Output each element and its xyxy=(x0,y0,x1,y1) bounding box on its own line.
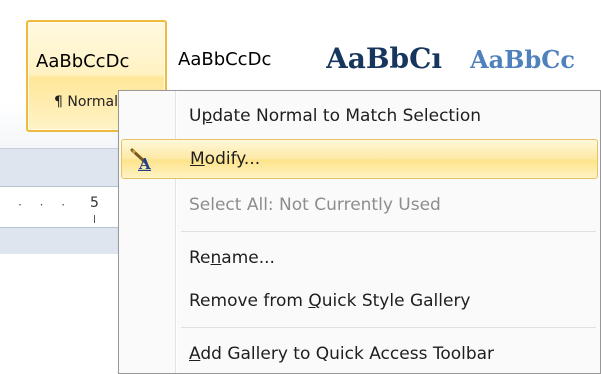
menu-item-update-normal[interactable]: Update Normal to Match Selection xyxy=(121,96,598,136)
menu-item-remove-from-gallery[interactable]: Remove from Quick Style Gallery xyxy=(121,281,598,321)
menu-item-label: Update Normal to Match Selection xyxy=(189,106,481,126)
menu-item-label: Rename... xyxy=(189,248,275,268)
ruler-dots: · · · xyxy=(18,198,73,212)
menu-item-modify[interactable]: A Modify... xyxy=(121,139,598,179)
style-sample-text: AaBbCcDc xyxy=(36,51,130,72)
menu-item-add-gallery-to-qat[interactable]: Add Gallery to Quick Access Toolbar xyxy=(121,334,598,374)
style-sample-text: AaBbCcDc xyxy=(178,49,272,70)
menu-separator xyxy=(181,327,596,328)
menu-item-select-all: Select All: Not Currently Used xyxy=(121,185,598,225)
menu-item-label: Modify... xyxy=(190,149,261,169)
ruler-number: 5 xyxy=(90,195,99,211)
style-sample-text: AaBbCı xyxy=(326,42,443,75)
menu-item-label: Add Gallery to Quick Access Toolbar xyxy=(189,344,495,364)
menu-item-rename[interactable]: Rename... xyxy=(121,238,598,278)
style-name-label: ¶ Normal xyxy=(54,94,119,110)
menu-item-label: Select All: Not Currently Used xyxy=(189,195,441,215)
style-context-menu: Update Normal to Match Selection A Modif… xyxy=(118,90,601,374)
menu-item-label: Remove from Quick Style Gallery xyxy=(189,291,471,311)
style-sample-text: AaBbCc xyxy=(470,45,575,74)
modify-style-icon: A xyxy=(130,148,151,171)
menu-separator xyxy=(181,231,596,232)
svg-text:A: A xyxy=(138,155,151,171)
ruler-tick xyxy=(94,215,95,223)
